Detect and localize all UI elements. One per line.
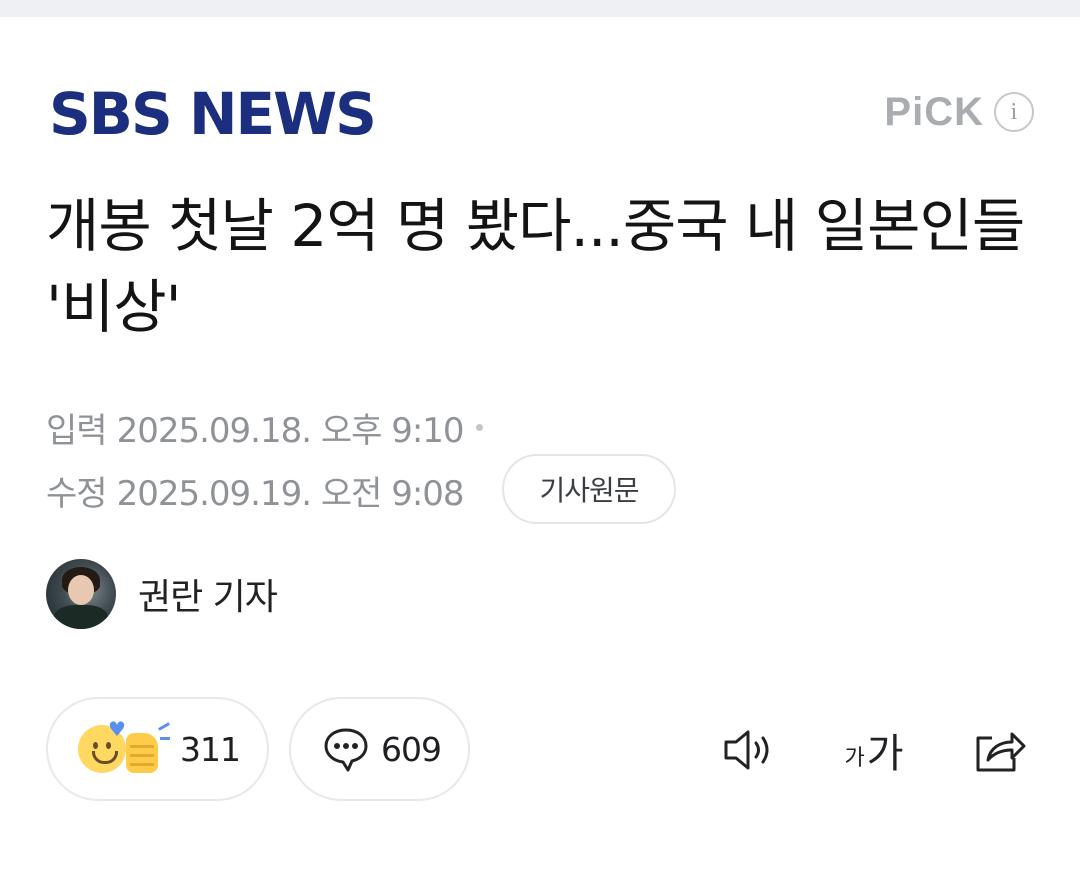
original-article-button[interactable]: 기사원문: [502, 454, 676, 524]
modified-datetime: 2025.09.19. 오전 9:08: [117, 466, 464, 515]
reaction-icons: ♥: [78, 719, 174, 779]
pick-label: PiCK: [884, 90, 984, 135]
share-button[interactable]: [969, 722, 1029, 778]
sparkle-icon: [158, 722, 170, 731]
modified-row: 수정 2025.09.19. 오전 9:08: [46, 462, 464, 518]
heart-icon: ♥: [108, 719, 126, 739]
comment-bubble-icon: [321, 724, 371, 774]
share-icon: [970, 724, 1028, 776]
comment-button[interactable]: 609: [289, 697, 470, 801]
avatar-face: [68, 575, 94, 605]
font-size-button[interactable]: 가 가: [836, 722, 912, 778]
sparkle-icon: [160, 737, 170, 740]
tts-button[interactable]: [719, 722, 779, 778]
font-size-large-label: 가: [867, 721, 904, 779]
status-bar-strip: [0, 0, 1080, 17]
reporter-name[interactable]: 권란 기자: [138, 568, 277, 620]
sbs-news-logo[interactable]: SBS NEWS: [49, 78, 375, 150]
published-row: 입력 2025.09.18. 오후 9:10: [46, 402, 483, 452]
published-label: 입력: [46, 403, 107, 452]
published-datetime: 2025.09.18. 오후 9:10: [117, 403, 464, 452]
font-size-small-label: 가: [844, 740, 864, 772]
article-title: 개봉 첫날 2억 명 봤다...중국 내 일본인들 '비상': [46, 186, 1036, 348]
reporter-avatar[interactable]: [46, 559, 116, 629]
info-icon[interactable]: i: [994, 92, 1034, 132]
modified-label: 수정: [46, 466, 107, 515]
thumbs-up-icon: [126, 733, 158, 773]
speaker-icon: [720, 725, 778, 775]
avatar-body: [54, 605, 108, 629]
reaction-count: 311: [180, 730, 240, 769]
reporter-info[interactable]: 권란 기자: [46, 558, 277, 630]
pick-badge: PiCK i: [884, 86, 1034, 138]
comment-count: 609: [381, 730, 441, 769]
reaction-button[interactable]: ♥ 311: [46, 697, 269, 801]
separator-dot: [476, 424, 483, 431]
